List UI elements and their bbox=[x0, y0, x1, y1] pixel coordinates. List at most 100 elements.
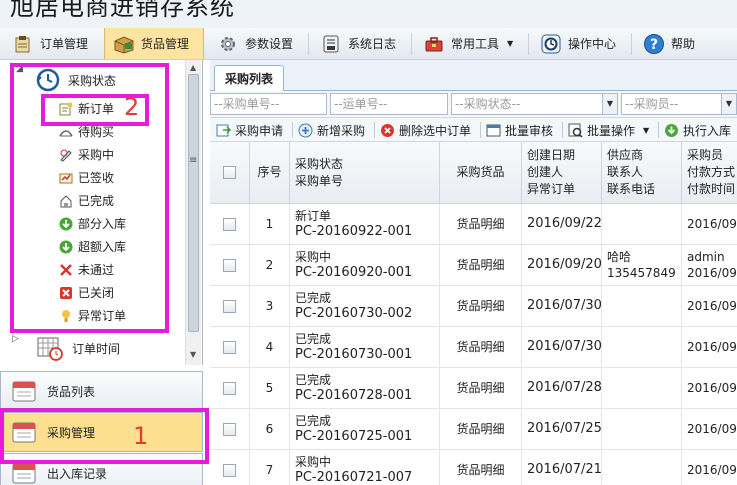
row-select-cell bbox=[210, 409, 250, 450]
dropdown-arrow-icon: ▼ bbox=[643, 125, 650, 135]
tree-node-order-time[interactable]: 订单时间 bbox=[36, 335, 120, 361]
row-status: 已完成 bbox=[295, 291, 332, 305]
row-order-no[interactable]: PC-20160728-001 bbox=[295, 388, 439, 404]
menu-separator bbox=[411, 33, 412, 55]
header-select-all[interactable] bbox=[210, 142, 250, 204]
row-order-no[interactable]: PC-20160730-002 bbox=[295, 306, 439, 322]
row-goods-detail-link[interactable]: 货品明细 bbox=[440, 450, 522, 485]
row-status-order-no: 新订单 PC-20160922-001 bbox=[290, 204, 440, 245]
purchase-grid: 序号 采购状态 采购单号 采购货品 创建日期 创建人 异常订单 供应商 联系人 … bbox=[210, 142, 737, 485]
row-order-no[interactable]: PC-20160721-007 bbox=[295, 470, 439, 485]
order-icon bbox=[12, 33, 34, 55]
row-buyer-text: 2016/09 bbox=[687, 340, 737, 354]
row-checkbox[interactable] bbox=[223, 299, 236, 313]
tree-scrollbar[interactable]: ▲ ≡ ▼ bbox=[185, 60, 201, 365]
row-seq: 1 bbox=[250, 204, 290, 245]
row-select-cell bbox=[210, 245, 250, 286]
annotation-number-2: 2 bbox=[124, 93, 140, 121]
menu-operation-center[interactable]: 操作中心 bbox=[532, 28, 628, 59]
scroll-down-icon[interactable]: ▼ bbox=[190, 350, 196, 359]
header-supplier: 供应商 联系人 联系电话 bbox=[602, 142, 682, 204]
row-order-no[interactable]: PC-20160725-001 bbox=[295, 429, 439, 445]
row-created-date-text: 2016/07/30 bbox=[527, 298, 602, 313]
row-created-date-text: 2016/07/30 bbox=[527, 339, 602, 354]
waybill-no-filter-input[interactable]: --运单号-- bbox=[330, 93, 448, 115]
select-all-checkbox[interactable] bbox=[223, 166, 236, 179]
header-status-order-no: 采购状态 采购单号 bbox=[290, 142, 440, 204]
toolbar-separator bbox=[374, 122, 375, 138]
row-seq: 2 bbox=[250, 245, 290, 286]
menu-goods-management[interactable]: 货品管理 bbox=[104, 28, 204, 59]
dropdown-arrow-icon[interactable]: ▼ bbox=[602, 94, 617, 114]
row-checkbox[interactable] bbox=[223, 258, 236, 272]
row-buyer-text: 2016/09 bbox=[687, 463, 737, 477]
add-purchase-button[interactable]: 新增采购 bbox=[298, 120, 365, 140]
row-checkbox[interactable] bbox=[223, 381, 236, 395]
row-status: 已完成 bbox=[295, 332, 332, 346]
scroll-up-icon[interactable]: ▲ bbox=[190, 63, 196, 72]
batch-review-button[interactable]: 批量审核 bbox=[486, 120, 553, 140]
header-created: 创建日期 创建人 异常订单 bbox=[522, 142, 602, 204]
row-seq: 4 bbox=[250, 327, 290, 368]
tab-purchase-list[interactable]: 采购列表 bbox=[214, 65, 284, 91]
purchase-apply-button[interactable]: 采购申请 bbox=[216, 120, 283, 140]
row-goods-detail-link[interactable]: 货品明细 bbox=[440, 204, 522, 245]
row-seq: 7 bbox=[250, 450, 290, 485]
buyer-filter-select[interactable]: --采购员-- ▼ bbox=[621, 93, 737, 115]
row-goods-detail-link[interactable]: 货品明细 bbox=[440, 245, 522, 286]
row-buyer: 2016/09 bbox=[682, 368, 737, 409]
row-order-no[interactable]: PC-20160922-001 bbox=[295, 224, 439, 240]
execute-stock-in-button[interactable]: 执行入库 bbox=[664, 120, 731, 140]
row-created-date-text: 2016/07/21 bbox=[527, 462, 602, 477]
row-created-date-text: 2016/07/28 bbox=[527, 380, 602, 395]
main-menu-bar: 订单管理 货品管理 参数设置 系统日志 常用工具 ▼ 操作中心 ? 帮助 bbox=[0, 28, 737, 60]
row-status: 新订单 bbox=[295, 209, 332, 223]
row-checkbox[interactable] bbox=[223, 463, 236, 477]
annotation-number-1: 1 bbox=[133, 422, 149, 450]
row-order-no[interactable]: PC-20160920-001 bbox=[295, 265, 439, 281]
menu-order-management[interactable]: 订单管理 bbox=[4, 28, 100, 59]
help-icon: ? bbox=[643, 33, 665, 55]
purchase-status-filter-select[interactable]: --采购状态-- ▼ bbox=[451, 93, 618, 115]
row-supplier bbox=[602, 409, 682, 450]
row-goods-detail-link[interactable]: 货品明细 bbox=[440, 409, 522, 450]
row-goods-detail-link[interactable]: 货品明细 bbox=[440, 327, 522, 368]
row-status: 采购中 bbox=[295, 250, 332, 264]
row-seq: 3 bbox=[250, 286, 290, 327]
row-buyer: 2016/09 bbox=[682, 409, 737, 450]
row-checkbox[interactable] bbox=[223, 340, 236, 354]
tab-bar: 采购列表 bbox=[210, 60, 737, 91]
header-seq: 序号 bbox=[250, 142, 290, 204]
purchase-no-filter-input[interactable]: --采购单号-- bbox=[210, 93, 327, 115]
row-goods-detail-link[interactable]: 货品明细 bbox=[440, 368, 522, 409]
row-checkbox[interactable] bbox=[223, 217, 236, 231]
menu-system-log[interactable]: 系统日志 bbox=[312, 28, 408, 59]
row-created-date: 2016/07/28 bbox=[522, 368, 602, 409]
menu-parameter-settings[interactable]: 参数设置 bbox=[209, 28, 305, 59]
menu-common-tools[interactable]: 常用工具 ▼ bbox=[415, 28, 525, 59]
toolbar-separator bbox=[658, 122, 659, 138]
row-select-cell bbox=[210, 286, 250, 327]
row-created-date: 2016/07/30 bbox=[522, 327, 602, 368]
batch-operation-button[interactable]: 批量操作 ▼ bbox=[568, 120, 649, 140]
row-checkbox[interactable] bbox=[223, 422, 236, 436]
batch-review-icon bbox=[486, 123, 501, 138]
accordion-goods-list[interactable]: 货品列表 bbox=[0, 371, 203, 411]
row-supplier-text: 135457849 bbox=[607, 266, 676, 280]
row-buyer: 2016/09 bbox=[682, 204, 737, 245]
row-order-no[interactable]: PC-20160730-001 bbox=[295, 347, 439, 363]
toolbar-separator bbox=[292, 122, 293, 138]
filter-bar: --采购单号-- --运单号-- --采购状态-- ▼ --采购员-- ▼ bbox=[210, 91, 737, 118]
dropdown-arrow-icon[interactable]: ▼ bbox=[721, 94, 736, 114]
row-created-date: 2016/07/25 bbox=[522, 409, 602, 450]
delete-selected-button[interactable]: 删除选中订单 bbox=[380, 120, 471, 140]
row-goods-detail-link[interactable]: 货品明细 bbox=[440, 286, 522, 327]
menu-help[interactable]: ? 帮助 bbox=[635, 28, 715, 59]
row-seq: 6 bbox=[250, 409, 290, 450]
tree-scroll-thumb[interactable] bbox=[188, 74, 199, 332]
row-buyer: admin 2016/09 bbox=[682, 245, 737, 286]
tree-expand-icon[interactable]: ▷ bbox=[12, 334, 19, 344]
row-select-cell bbox=[210, 368, 250, 409]
row-status: 已完成 bbox=[295, 373, 332, 387]
menu-separator bbox=[631, 33, 632, 55]
